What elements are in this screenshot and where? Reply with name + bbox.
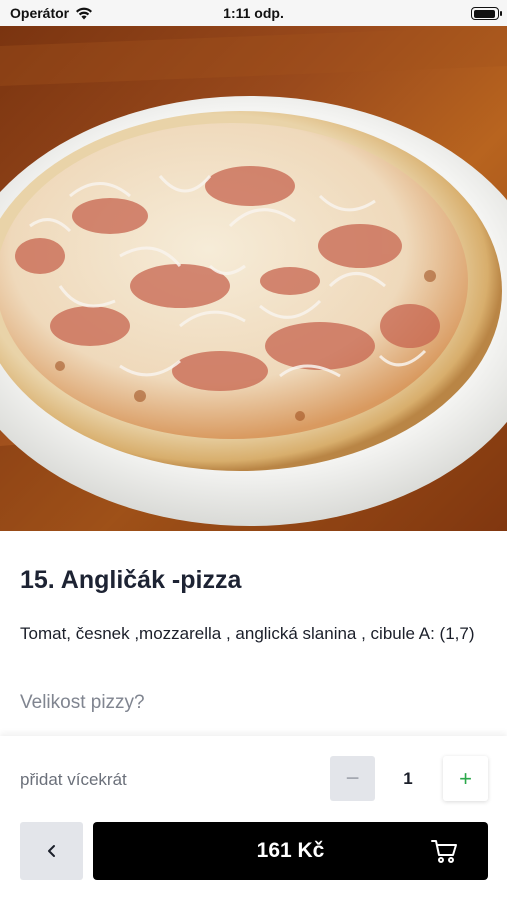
back-button[interactable] [20,822,83,880]
chevron-left-icon [47,845,55,857]
price-label: 161 Kč [256,839,325,862]
status-bar: Operátor 1:11 odp. [0,0,507,26]
quantity-value: 1 [403,768,413,788]
product-description: Tomat, česnek ,mozzarella , anglická sla… [20,624,475,643]
cart-icon [431,840,457,863]
decrease-quantity-button[interactable]: − [330,756,375,801]
plus-icon: + [459,765,472,791]
increase-quantity-button[interactable]: + [443,756,488,801]
battery-icon [471,7,502,20]
pizza-photo [0,26,507,531]
order-panel: přidat vícekrát − 1 + 161 Kč [0,736,507,900]
pizza-illustration [0,26,507,531]
product-title: 15. Angličák -pizza [20,566,242,594]
size-question[interactable]: Velikost pizzy? [20,692,145,714]
add-more-label: přidat vícekrát [20,770,127,789]
status-time: 1:11 odp. [223,5,284,21]
add-to-cart-button[interactable]: 161 Kč [93,822,488,880]
minus-icon: − [345,764,360,792]
